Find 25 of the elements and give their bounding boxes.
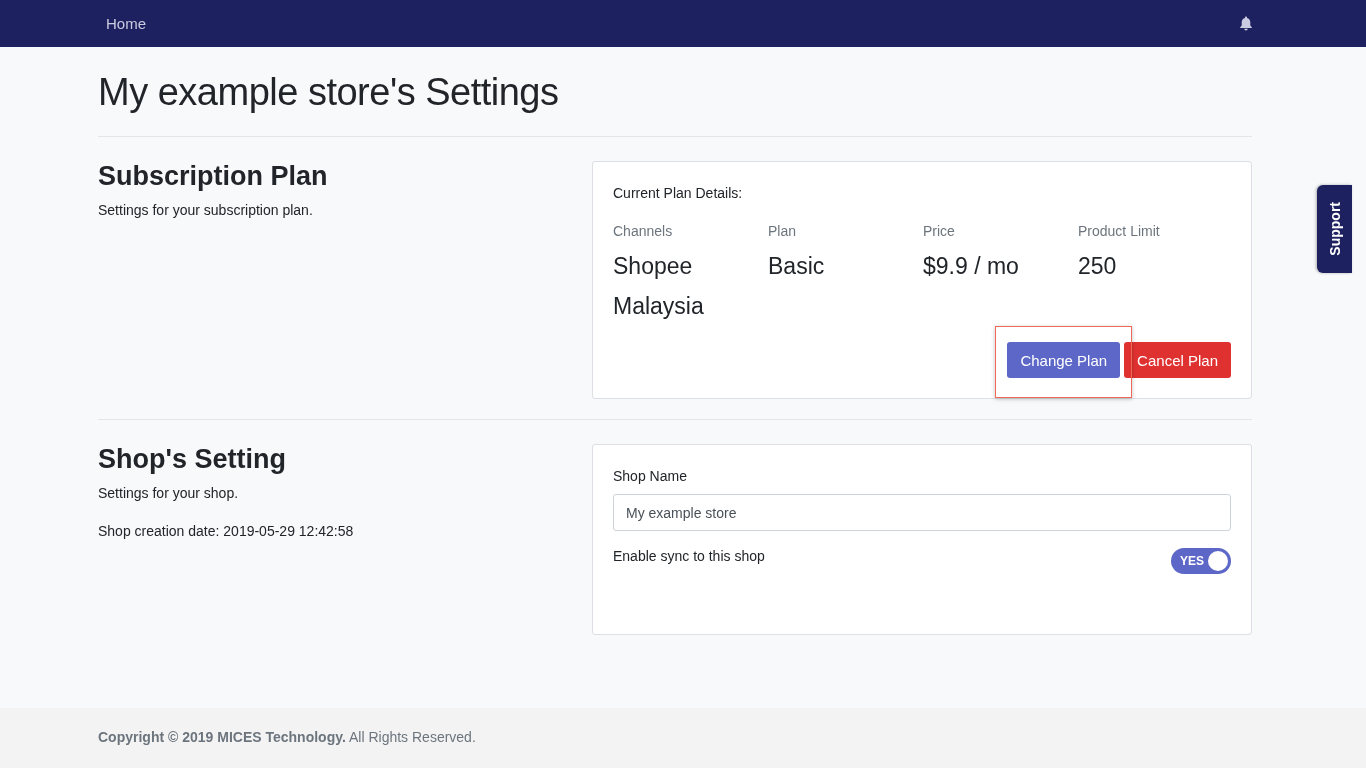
detail-value: Basic: [768, 252, 826, 281]
support-tab[interactable]: Support: [1317, 185, 1352, 273]
detail-label: Price: [923, 223, 956, 239]
section-heading: Subscription Plan: [98, 161, 329, 192]
section-description: Settings for your shop.: [98, 485, 240, 501]
detail-label: Product Limit: [1078, 223, 1161, 239]
detail-value: $9.9 / mo: [923, 252, 1020, 281]
page-title: My example store's Settings: [98, 70, 560, 115]
section-description: Settings for your subscription plan.: [98, 202, 314, 218]
copyright-text: Copyright © 2019 MICES Technology. All Rights Reserved.: [97, 728, 477, 745]
detail-value: Shopee Malaysia: [613, 252, 705, 321]
change-plan-button[interactable]: Change Plan: [1007, 342, 1121, 378]
detail-label: Channels: [613, 223, 674, 239]
sync-toggle[interactable]: YES: [1171, 548, 1231, 574]
field-label: Shop Name: [613, 468, 688, 484]
notification-bell-icon[interactable]: [1239, 16, 1253, 31]
card-title: Current Plan Details:: [613, 185, 744, 201]
creation-date: Shop creation date: 2019-05-29 12:42:58: [98, 523, 355, 539]
cancel-plan-button[interactable]: Cancel Plan: [1124, 342, 1231, 378]
section-heading: Shop's Setting: [98, 444, 287, 475]
shop-name-field[interactable]: My example store: [613, 494, 1231, 531]
home-link[interactable]: Home: [106, 15, 146, 32]
detail-value: 250: [1078, 252, 1118, 281]
toggle-label: Enable sync to this shop: [613, 548, 765, 564]
detail-label: Plan: [768, 223, 798, 239]
